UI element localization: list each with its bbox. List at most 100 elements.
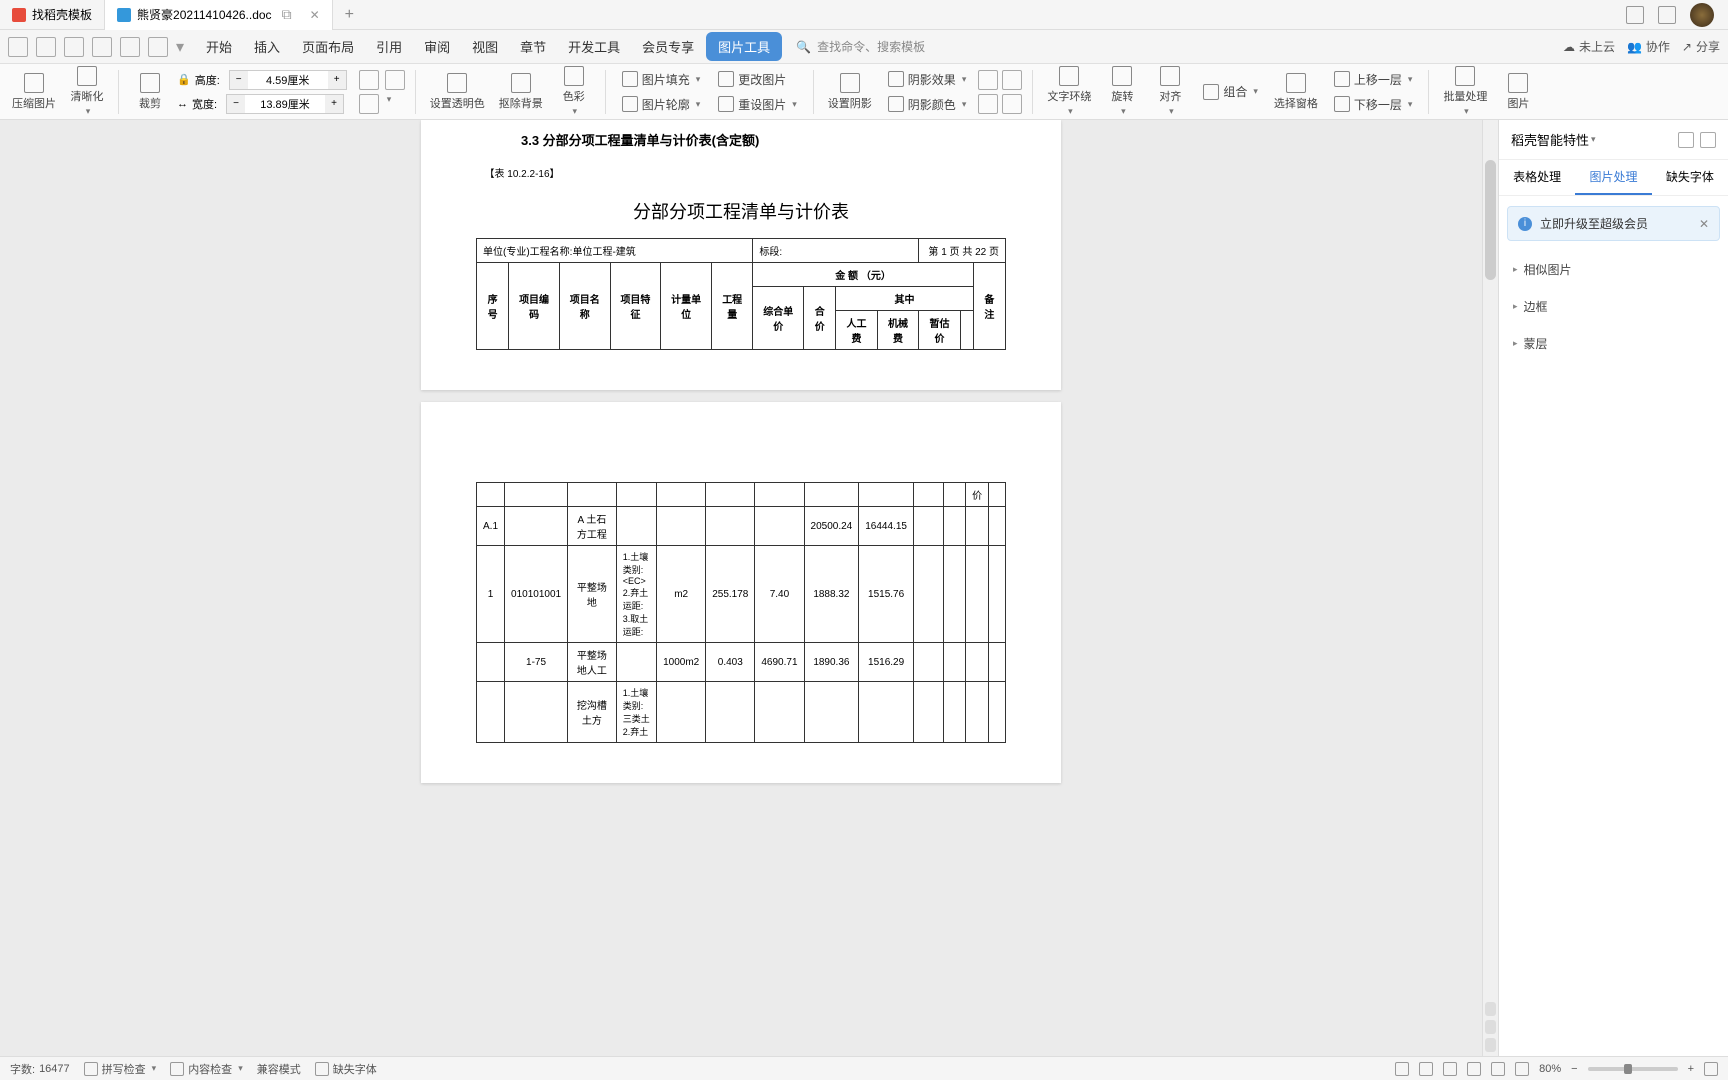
crop-button[interactable]: 裁剪 (129, 71, 171, 113)
menu-start[interactable]: 开始 (196, 33, 242, 60)
height-plus[interactable]: + (328, 71, 346, 89)
move-down-button[interactable]: 下移一层▾ (1328, 94, 1419, 115)
menu-view[interactable]: 视图 (462, 33, 508, 60)
undo-icon[interactable] (120, 37, 140, 57)
menu-review[interactable]: 审阅 (414, 33, 460, 60)
rotate-ccw-icon[interactable] (385, 70, 405, 90)
section-similar[interactable]: 相似图片 (1499, 251, 1728, 288)
batch-button[interactable]: 批量处理▾ (1439, 64, 1491, 119)
view-note-icon[interactable] (1515, 1062, 1529, 1076)
menu-picture-tools[interactable]: 图片工具 (706, 32, 782, 61)
view-outline-icon[interactable] (1443, 1062, 1457, 1076)
shadow-effect-button[interactable]: 阴影效果▾ (882, 69, 973, 90)
sp-tab-font[interactable]: 缺失字体 (1652, 160, 1728, 195)
document-canvas[interactable]: 3.3 分部分项工程量清单与计价表(含定额) 【表 10.2.2-16】 分部分… (0, 120, 1482, 1056)
spellcheck-button[interactable]: 拼写检查▾ (84, 1061, 157, 1077)
sp-tab-image[interactable]: 图片处理 (1575, 160, 1651, 195)
view-focus-icon[interactable] (1491, 1062, 1505, 1076)
clarity-button[interactable]: 清晰化▾ (66, 64, 108, 119)
cloud-status[interactable]: ☁未上云 (1563, 38, 1615, 55)
pic-button[interactable]: 图片 (1497, 71, 1539, 113)
contentcheck-button[interactable]: 内容检查▾ (170, 1061, 243, 1077)
select-window-button[interactable]: 选择窗格 (1270, 71, 1322, 113)
gear-icon[interactable] (1678, 132, 1694, 148)
find-icon[interactable] (1485, 1020, 1496, 1034)
print-icon[interactable] (64, 37, 84, 57)
section-border[interactable]: 边框 (1499, 288, 1728, 325)
scrollbar-thumb[interactable] (1485, 160, 1496, 280)
qa-dropdown-icon[interactable]: ▾ (176, 37, 184, 57)
preview-icon[interactable] (92, 37, 112, 57)
menu-insert[interactable]: 插入 (244, 33, 290, 60)
share-button[interactable]: ↗分享 (1682, 38, 1720, 55)
word-count[interactable]: 字数: 16477 (10, 1061, 70, 1077)
width-plus[interactable]: + (325, 95, 343, 113)
missing-font[interactable]: 缺失字体 (315, 1061, 377, 1077)
page-down-icon[interactable] (1485, 1038, 1496, 1052)
color-button[interactable]: 色彩▾ (553, 64, 595, 119)
align-button[interactable]: 对齐▾ (1149, 64, 1191, 119)
menu-layout[interactable]: 页面布局 (292, 33, 364, 60)
nudge-down-icon[interactable] (978, 94, 998, 114)
text-wrap-button[interactable]: 文字环绕▾ (1043, 64, 1095, 119)
pic-outline-button[interactable]: 图片轮廓▾ (616, 94, 707, 115)
remove-bg-button[interactable]: 抠除背景 (495, 71, 547, 113)
menu-reference[interactable]: 引用 (366, 33, 412, 60)
rotate-cw-icon[interactable] (359, 70, 379, 90)
collab-button[interactable]: 👥协作 (1627, 38, 1670, 55)
ratio-icon[interactable]: ↔ (177, 98, 188, 110)
zoom-knob[interactable] (1624, 1064, 1632, 1074)
set-shadow-button[interactable]: 设置阴影 (824, 71, 876, 113)
menu-member[interactable]: 会员专享 (632, 33, 704, 60)
brightness-icon[interactable] (359, 94, 379, 114)
view-page-icon[interactable] (1395, 1062, 1409, 1076)
command-search[interactable]: 🔍 查找命令、搜索模板 (796, 38, 925, 55)
move-up-button[interactable]: 上移一层▾ (1328, 69, 1419, 90)
fullscreen-icon[interactable] (1704, 1062, 1718, 1076)
sp-title-dropdown[interactable]: ▾ (1591, 134, 1596, 145)
menu-chapter[interactable]: 章节 (510, 33, 556, 60)
pic-fill-button[interactable]: 图片填充▾ (616, 69, 707, 90)
close-icon[interactable]: ✕ (1699, 217, 1709, 231)
save-icon[interactable] (8, 37, 28, 57)
page-up-icon[interactable] (1485, 1002, 1496, 1016)
apps-icon[interactable] (1658, 6, 1676, 24)
height-value[interactable]: 4.59厘米 (248, 72, 328, 88)
sp-tab-table[interactable]: 表格处理 (1499, 160, 1575, 195)
zoom-slider[interactable] (1588, 1067, 1678, 1071)
close-icon[interactable]: ✕ (310, 8, 320, 22)
saveas-icon[interactable] (36, 37, 56, 57)
upgrade-banner[interactable]: i 立即升级至超级会员 ✕ (1507, 206, 1720, 241)
menu-devtools[interactable]: 开发工具 (558, 33, 630, 60)
nudge-up-icon[interactable] (978, 70, 998, 90)
compat-mode[interactable]: 兼容模式 (257, 1061, 301, 1077)
compress-image-button[interactable]: 压缩图片 (8, 71, 60, 113)
tab-templates[interactable]: 找稻壳模板 (0, 0, 105, 30)
change-pic-button[interactable]: 更改图片 (712, 69, 803, 90)
transparent-color-button[interactable]: 设置透明色 (426, 71, 489, 113)
height-minus[interactable]: − (230, 71, 248, 89)
lock-icon[interactable]: 🔒 (177, 73, 191, 86)
reset-pic-button[interactable]: 重设图片▾ (712, 94, 803, 115)
nudge-right-icon[interactable] (1002, 70, 1022, 90)
width-minus[interactable]: − (227, 95, 245, 113)
view-read-icon[interactable] (1419, 1062, 1433, 1076)
window-control-icon[interactable]: ⧉ (278, 6, 296, 23)
width-value[interactable]: 13.89厘米 (245, 96, 325, 112)
redo-icon[interactable] (148, 37, 168, 57)
brightness-dropdown[interactable]: ▾ (387, 94, 392, 114)
combine-button[interactable]: 组合▾ (1197, 81, 1264, 102)
shadow-color-button[interactable]: 阴影颜色▾ (882, 94, 973, 115)
nudge-left-icon[interactable] (1002, 94, 1022, 114)
avatar[interactable] (1690, 3, 1714, 27)
zoom-in-button[interactable]: + (1688, 1063, 1694, 1075)
view-web-icon[interactable] (1467, 1062, 1481, 1076)
section-mask[interactable]: 蒙层 (1499, 325, 1728, 362)
zoom-label[interactable]: 80% (1539, 1063, 1561, 1075)
new-tab-button[interactable]: + (333, 6, 366, 24)
tab-document[interactable]: 熊贤豪20211410426..doc ⧉ ✕ (105, 0, 333, 30)
layout-icon[interactable] (1626, 6, 1644, 24)
rotate-button[interactable]: 旋转▾ (1101, 64, 1143, 119)
zoom-out-button[interactable]: − (1571, 1063, 1577, 1075)
vertical-scrollbar[interactable] (1482, 120, 1498, 1056)
